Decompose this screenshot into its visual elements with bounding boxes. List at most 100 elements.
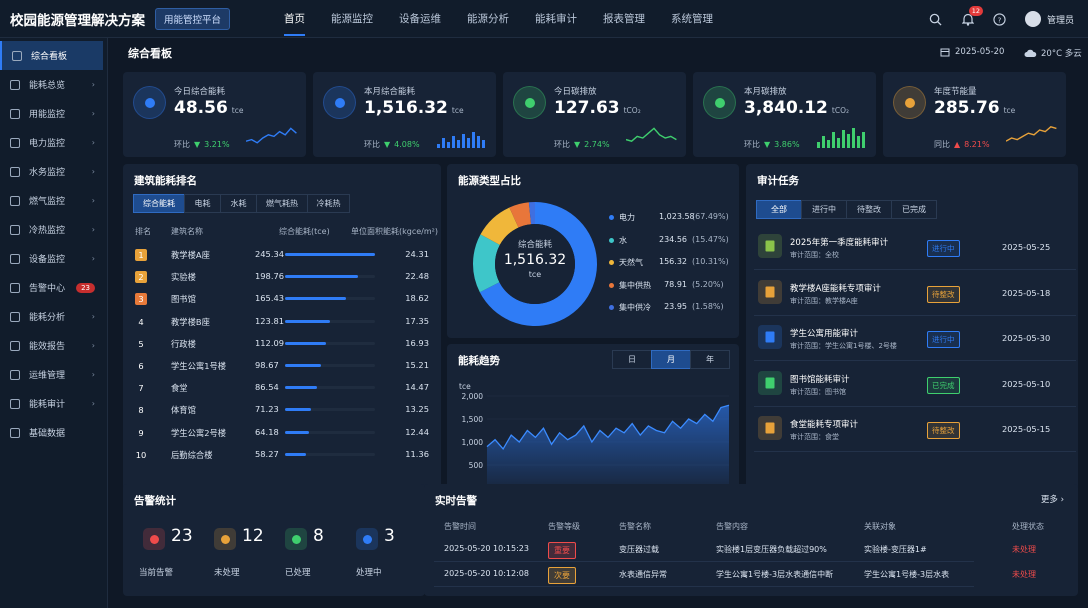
task-date: 2025-05-15 <box>1002 424 1051 434</box>
alarm-stat-item[interactable]: 12 未处理 <box>214 524 294 584</box>
ranking-row[interactable]: 6 学生公寓1号楼 98.67 15.21 <box>123 355 441 377</box>
trend-tab-2[interactable]: 年 <box>690 350 730 369</box>
nav-system[interactable]: 系统管理 <box>671 0 713 38</box>
nav-reports[interactable]: 报表管理 <box>603 0 645 38</box>
kpi-percent: 8.21% <box>964 140 990 149</box>
kpi-trend-arrow: ▲ <box>954 140 961 149</box>
rank-tab-2[interactable]: 水耗 <box>220 194 257 213</box>
notification-count: 12 <box>968 6 983 16</box>
sidebar-item-label: 能效报告 <box>29 342 66 352</box>
table-header: 告警名称 <box>619 522 651 531</box>
rank-tab-4[interactable]: 冷耗热 <box>307 194 350 213</box>
nav-audit[interactable]: 能耗审计 <box>535 0 577 38</box>
table-header: 处理状态 <box>1012 522 1044 531</box>
building-energy: 123.81 <box>255 315 285 326</box>
user-name[interactable]: 管理员 <box>1047 13 1074 26</box>
kpi-card: 今日综合能耗 48.56 tce 环比 ▼ 3.21% <box>123 72 306 157</box>
table-row[interactable]: 2025-05-20 10:15:23 重要 变压器过载 实验楼1层变压器负载超过90… <box>434 538 1036 562</box>
audit-task[interactable]: 学生公寓用能审计 审计范围：学生公寓1号楼、2号楼 进行中 2025-05-30 <box>754 317 1076 361</box>
audit-task[interactable]: 食堂能耗专项审计 审计范围：食堂 待整改 2025-05-15 <box>754 408 1076 452</box>
ranking-row[interactable]: 4 教学楼B座 123.81 17.35 <box>123 311 441 333</box>
kpi-value: 48.56 tce <box>174 98 243 118</box>
sidebar-item-icon <box>10 340 20 351</box>
kpi-trend-arrow: ▼ <box>574 140 581 149</box>
sidebar-item-5[interactable]: 燃气监控 › <box>0 186 107 215</box>
sidebar-item-12[interactable]: 能耗审计 › <box>0 389 107 418</box>
task-scope: 审计范围：图书馆 <box>790 387 846 396</box>
sidebar-item-icon <box>10 166 20 177</box>
sidebar-item-icon <box>10 79 20 90</box>
building-energy: 86.54 <box>255 382 279 393</box>
unit-energy: 12.44 <box>405 426 429 437</box>
legend-pct: (5.20%) <box>692 279 724 289</box>
trend-tab-1[interactable]: 月 <box>651 350 691 369</box>
ranking-row[interactable]: 1 教学楼A座 245.34 24.31 <box>123 244 441 266</box>
audit-task[interactable]: 图书馆能耗审计 审计范围：图书馆 已完成 2025-05-10 <box>754 363 1076 407</box>
sidebar-item-icon <box>12 50 22 61</box>
rank-tab-0[interactable]: 综合能耗 <box>133 194 185 213</box>
ranking-row[interactable]: 3 图书馆 165.43 18.62 <box>123 288 441 310</box>
sidebar-item-3[interactable]: 电力监控 › <box>0 128 107 157</box>
energy-bar <box>285 430 375 434</box>
trend-tab-0[interactable]: 日 <box>612 350 652 369</box>
nav-equipment[interactable]: 设备运维 <box>399 0 441 38</box>
sidebar-item-0[interactable]: 综合看板 <box>0 41 103 70</box>
sidebar-item-2[interactable]: 用能监控 › <box>0 99 107 128</box>
sidebar-item-10[interactable]: 能效报告 › <box>0 331 107 360</box>
nav-energy-monitor[interactable]: 能源监控 <box>331 0 373 38</box>
rank-tab-1[interactable]: 电耗 <box>184 194 221 213</box>
cell-level: 重要 <box>548 542 576 559</box>
sidebar-item-icon <box>10 369 20 380</box>
building-energy: 64.18 <box>255 426 279 437</box>
sidebar-item-9[interactable]: 能耗分析 › <box>0 302 107 331</box>
sidebar-item-8[interactable]: 告警中心 23 <box>0 273 107 302</box>
bell-icon[interactable]: 12 <box>961 6 983 26</box>
audit-tab-1[interactable]: 进行中 <box>801 200 847 219</box>
kpi-compare-label: 环比 <box>364 140 380 149</box>
ranking-row[interactable]: 10 后勤综合楼 58.27 11.36 <box>123 444 441 466</box>
audit-task[interactable]: 2025年第一季度能耗审计 审计范围：全校 进行中 2025-05-25 <box>754 226 1076 270</box>
more-label[interactable]: 更多 <box>1041 495 1058 505</box>
task-scope: 审计范围：食堂 <box>790 433 839 441</box>
ranking-row[interactable]: 2 实验楼 198.76 22.48 <box>123 266 441 288</box>
legend-value: 156.32 <box>659 257 687 266</box>
nav-energy-analysis[interactable]: 能源分析 <box>467 0 509 38</box>
sidebar-item-label: 综合看板 <box>31 52 68 62</box>
sidebar-item-7[interactable]: 设备监控 › <box>0 244 107 273</box>
sidebar-item-13[interactable]: 基础数据 <box>0 418 107 447</box>
help-icon[interactable]: ? <box>993 12 1007 26</box>
audit-tab-2[interactable]: 待整改 <box>846 200 892 219</box>
audit-tab-3[interactable]: 已完成 <box>891 200 937 219</box>
ranking-row[interactable]: 9 学生公寓2号楼 64.18 12.44 <box>123 422 441 444</box>
chevron-right-icon: › <box>91 109 95 118</box>
sidebar-item-11[interactable]: 运维管理 › <box>0 360 107 389</box>
ranking-row[interactable]: 8 体育馆 71.23 13.25 <box>123 399 441 421</box>
sidebar-item-label: 能耗总览 <box>29 81 66 91</box>
platform-badge[interactable]: 用能管控平台 <box>155 7 231 30</box>
ranking-title: 建筑能耗排名 <box>134 175 197 187</box>
nav-home[interactable]: 首页 <box>284 0 305 38</box>
audit-title: 审计任务 <box>757 175 799 187</box>
audit-tab-0[interactable]: 全部 <box>756 200 802 219</box>
avatar[interactable] <box>1024 11 1041 27</box>
building-energy: 71.23 <box>255 404 279 415</box>
kpi-unit: tce <box>1003 106 1016 115</box>
sidebar-item-6[interactable]: 冷热监控 › <box>0 215 107 244</box>
chevron-right-icon: › <box>91 80 95 89</box>
audit-task[interactable]: 教学楼A座能耗专项审计 审计范围：教学楼A座 待整改 2025-05-18 <box>754 272 1076 316</box>
more-link[interactable]: 更多 › <box>1041 493 1064 505</box>
alarm-stat-item[interactable]: 23 当前告警 <box>139 524 223 584</box>
ranking-row[interactable]: 7 食堂 86.54 14.47 <box>123 377 441 399</box>
rank-number: 4 <box>138 316 144 327</box>
building-name: 学生公寓1号楼 <box>171 361 227 371</box>
table-row[interactable]: 2025-05-20 10:12:08 次要 水表通信异常 学生公寓1号楼-3层水表通… <box>434 563 1036 587</box>
sidebar-item-1[interactable]: 能耗总览 › <box>0 70 107 99</box>
page-title: 综合看板 <box>128 47 172 60</box>
search-icon[interactable] <box>929 12 943 26</box>
ranking-row[interactable]: 5 行政楼 112.09 16.93 <box>123 333 441 355</box>
kpi-card: 今日碳排放 127.63 tCO₂ 环比 ▼ 2.74% <box>503 72 686 157</box>
rank-tab-3[interactable]: 燃气耗热 <box>256 194 308 213</box>
kpi-sparkline <box>817 128 865 148</box>
sidebar-item-4[interactable]: 水务监控 › <box>0 157 107 186</box>
alarm-stat-item[interactable]: 8 已处理 <box>285 524 365 584</box>
